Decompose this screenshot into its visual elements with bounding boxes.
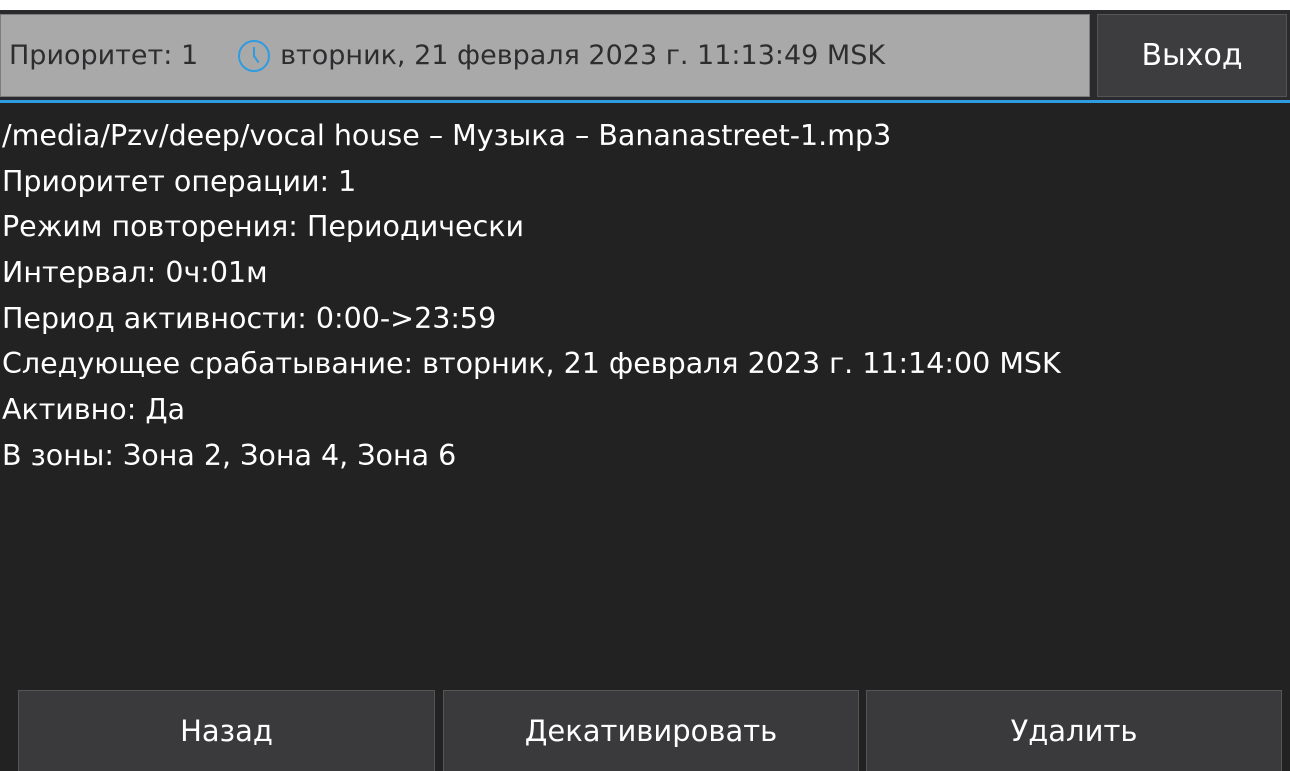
back-button[interactable]: Назад [18, 690, 435, 771]
top-bar: Приоритет: 1 вторник, 21 февраля 2023 г.… [0, 10, 1290, 101]
repeat-mode: Режим повторения: Периодически [2, 210, 524, 244]
screen: Приоритет: 1 вторник, 21 февраля 2023 г.… [0, 0, 1290, 771]
delete-button[interactable]: Удалить [866, 690, 1282, 771]
clock-icon [238, 39, 271, 72]
operation-priority: Приоритет операции: 1 [2, 164, 357, 198]
priority-label: Приоритет: 1 [9, 40, 199, 71]
active-status: Активно: Да [2, 393, 186, 427]
file-path: /media/Pzv/deep/vocal house – Музыка – B… [2, 119, 892, 152]
next-trigger: Следующее срабатывание: вторник, 21 февр… [2, 347, 1061, 381]
current-datetime: вторник, 21 февраля 2023 г. 11:13:49 MSK [280, 40, 886, 71]
status-bar: Приоритет: 1 вторник, 21 февраля 2023 г.… [0, 14, 1090, 97]
deactivate-button[interactable]: Декативировать [443, 690, 859, 771]
exit-button[interactable]: Выход [1097, 14, 1287, 97]
task-details-panel: /media/Pzv/deep/vocal house – Музыка – B… [0, 103, 1290, 771]
task-details: /media/Pzv/deep/vocal house – Музыка – B… [2, 113, 1061, 479]
target-zones: В зоны: Зона 2, Зона 4, Зона 6 [2, 438, 457, 472]
interval: Интервал: 0ч:01м [2, 256, 268, 290]
active-period: Период активности: 0:00->23:59 [2, 301, 497, 335]
